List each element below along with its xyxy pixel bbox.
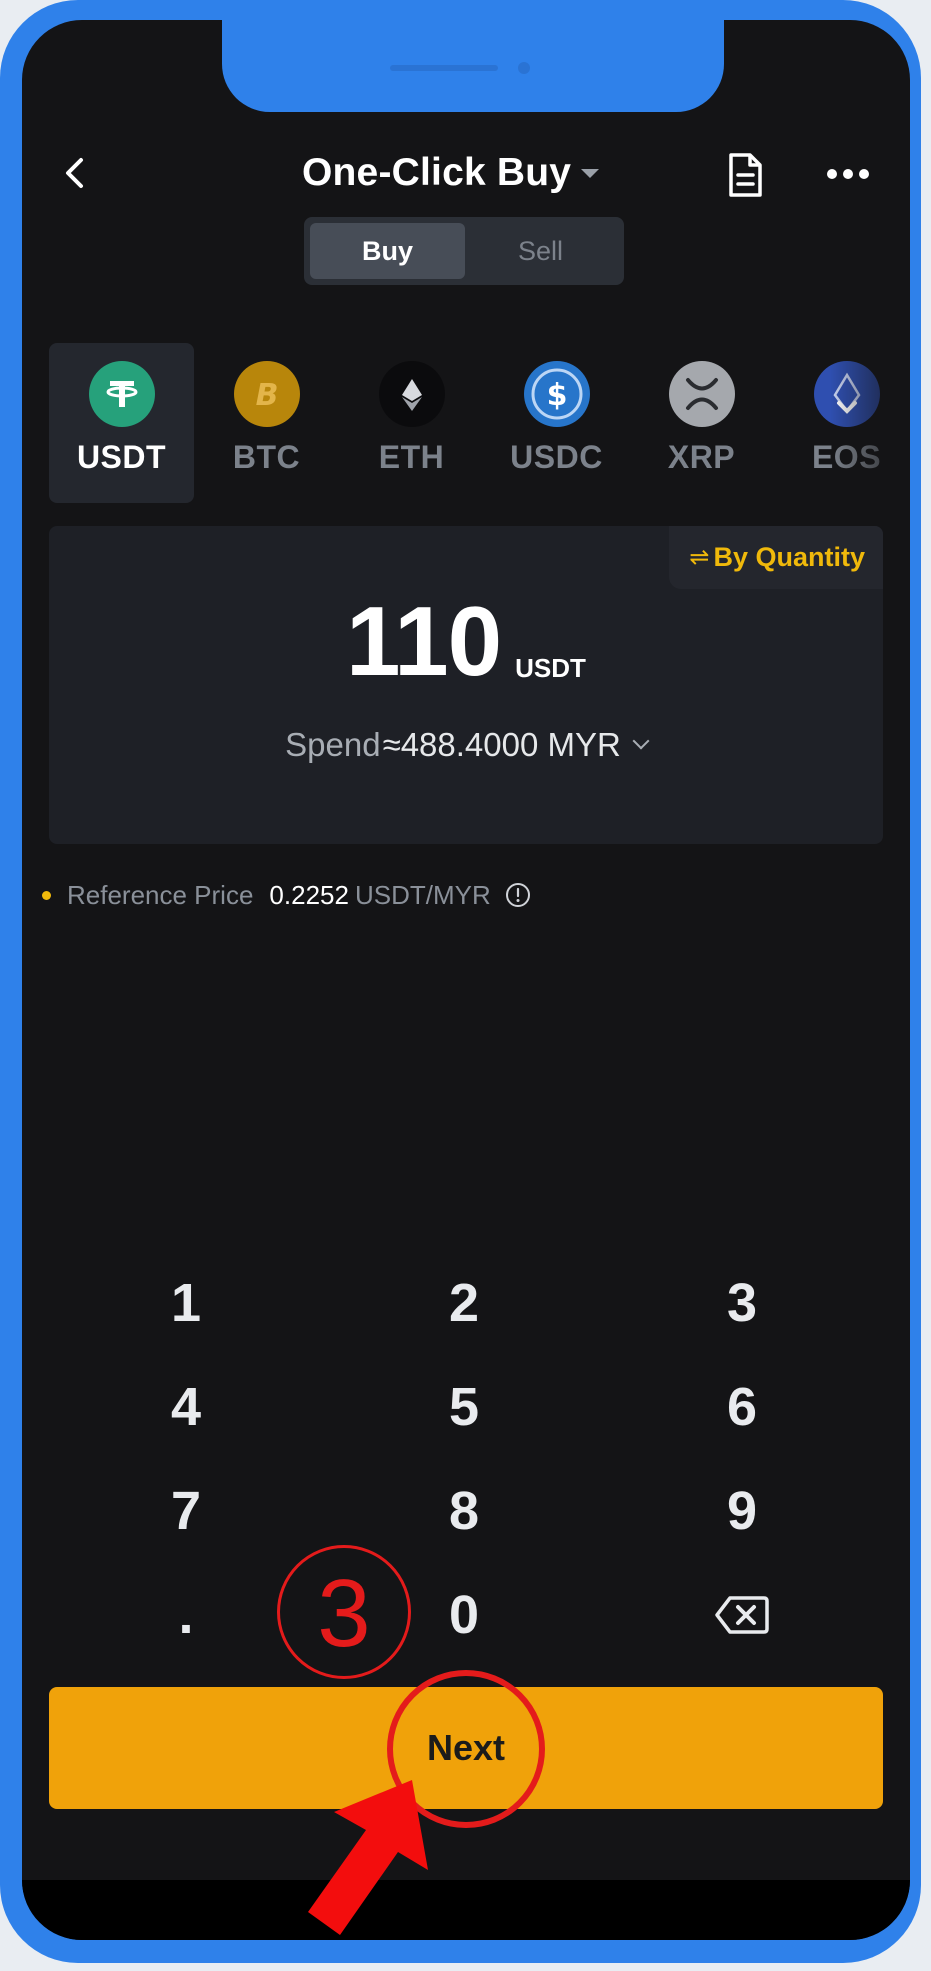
reference-price: Reference Price 0.2252 USDT/MYR	[42, 875, 531, 915]
key-backspace[interactable]	[642, 1570, 842, 1660]
coin-label: USDC	[510, 439, 603, 475]
more-options-button[interactable]	[822, 156, 874, 192]
next-button-label: Next	[426, 1727, 506, 1768]
chevron-down-icon	[632, 732, 650, 750]
key-9[interactable]: 9	[642, 1466, 842, 1556]
amount-display: 110 USDT	[49, 592, 883, 690]
mode-selector[interactable]: One-Click Buy	[302, 148, 600, 198]
ethereum-icon	[379, 361, 445, 427]
phone-notch	[222, 20, 724, 112]
key-4[interactable]: 4	[86, 1362, 286, 1452]
more-horizontal-icon	[827, 169, 869, 179]
key-2[interactable]: 2	[364, 1258, 564, 1348]
home-indicator-area	[22, 1880, 910, 1940]
info-icon[interactable]	[505, 882, 531, 908]
key-5[interactable]: 5	[364, 1362, 564, 1452]
page: One-Click Buy Buy Sell USDT B BTC ETH $ …	[0, 0, 931, 1971]
back-button[interactable]	[50, 148, 100, 198]
spend-label: Spend	[285, 726, 381, 763]
key-1[interactable]: 1	[86, 1258, 286, 1348]
coin-usdc[interactable]: $ USDC	[484, 343, 629, 503]
bullet-dot	[42, 890, 51, 900]
caret-down-icon	[581, 168, 600, 178]
input-mode-toggle[interactable]: ⇌ By Quantity	[669, 526, 883, 589]
reference-price-value: 0.2252	[269, 879, 349, 910]
svg-text:$: $	[547, 378, 568, 413]
chevron-left-icon	[66, 158, 83, 188]
svg-text:B: B	[256, 378, 279, 413]
input-mode-label: By Quantity	[713, 542, 865, 572]
amount-unit: USDT	[515, 653, 586, 683]
tab-buy[interactable]: Buy	[310, 223, 465, 279]
coin-selector: USDT B BTC ETH $ USDC XRP EOS	[22, 343, 910, 503]
buy-sell-toggle: Buy Sell	[304, 217, 624, 285]
key-6[interactable]: 6	[642, 1362, 842, 1452]
coin-label: XRP	[667, 439, 736, 475]
reference-price-unit: USDT/MYR	[354, 879, 491, 910]
next-button[interactable]: Next	[49, 1687, 883, 1809]
coin-label: ETH	[378, 439, 445, 475]
order-history-button[interactable]	[722, 150, 768, 200]
page-title: One-Click Buy	[302, 151, 572, 194]
key-8[interactable]: 8	[364, 1466, 564, 1556]
coin-label: EOS	[811, 439, 882, 475]
reference-price-label: Reference Price	[67, 879, 254, 910]
app-screen: One-Click Buy Buy Sell USDT B BTC ETH $ …	[22, 20, 910, 1940]
tether-icon	[89, 361, 155, 427]
document-icon	[729, 153, 762, 197]
swap-icon: ⇌	[689, 544, 710, 571]
key-7[interactable]: 7	[86, 1466, 286, 1556]
speaker-grille	[390, 65, 498, 71]
amount-card: ⇌ By Quantity 110 USDT Spend ≈488.4000 M…	[49, 526, 883, 844]
coin-label: BTC	[232, 439, 301, 475]
coin-usdt[interactable]: USDT	[49, 343, 194, 503]
coin-label: USDT	[76, 439, 167, 475]
xrp-icon	[669, 361, 735, 427]
coin-eos[interactable]: EOS	[774, 343, 910, 503]
eos-icon	[814, 361, 880, 427]
coin-eth[interactable]: ETH	[339, 343, 484, 503]
usdc-icon: $	[524, 361, 590, 427]
top-nav-bar: One-Click Buy	[22, 120, 910, 230]
key-3[interactable]: 3	[642, 1258, 842, 1348]
spend-currency-selector[interactable]: Spend ≈488.4000 MYR	[49, 726, 883, 764]
key-decimal[interactable]: .	[86, 1570, 286, 1660]
bitcoin-icon: B	[234, 361, 300, 427]
phone-frame: One-Click Buy Buy Sell USDT B BTC ETH $ …	[0, 0, 921, 1963]
amount-value: 110	[346, 586, 502, 696]
coin-xrp[interactable]: XRP	[629, 343, 774, 503]
spend-value: ≈488.4000 MYR	[382, 726, 621, 763]
backspace-icon	[715, 1596, 769, 1634]
coin-btc[interactable]: B BTC	[194, 343, 339, 503]
key-0[interactable]: 0	[364, 1570, 564, 1660]
front-camera	[518, 62, 530, 74]
tab-sell[interactable]: Sell	[463, 223, 618, 279]
